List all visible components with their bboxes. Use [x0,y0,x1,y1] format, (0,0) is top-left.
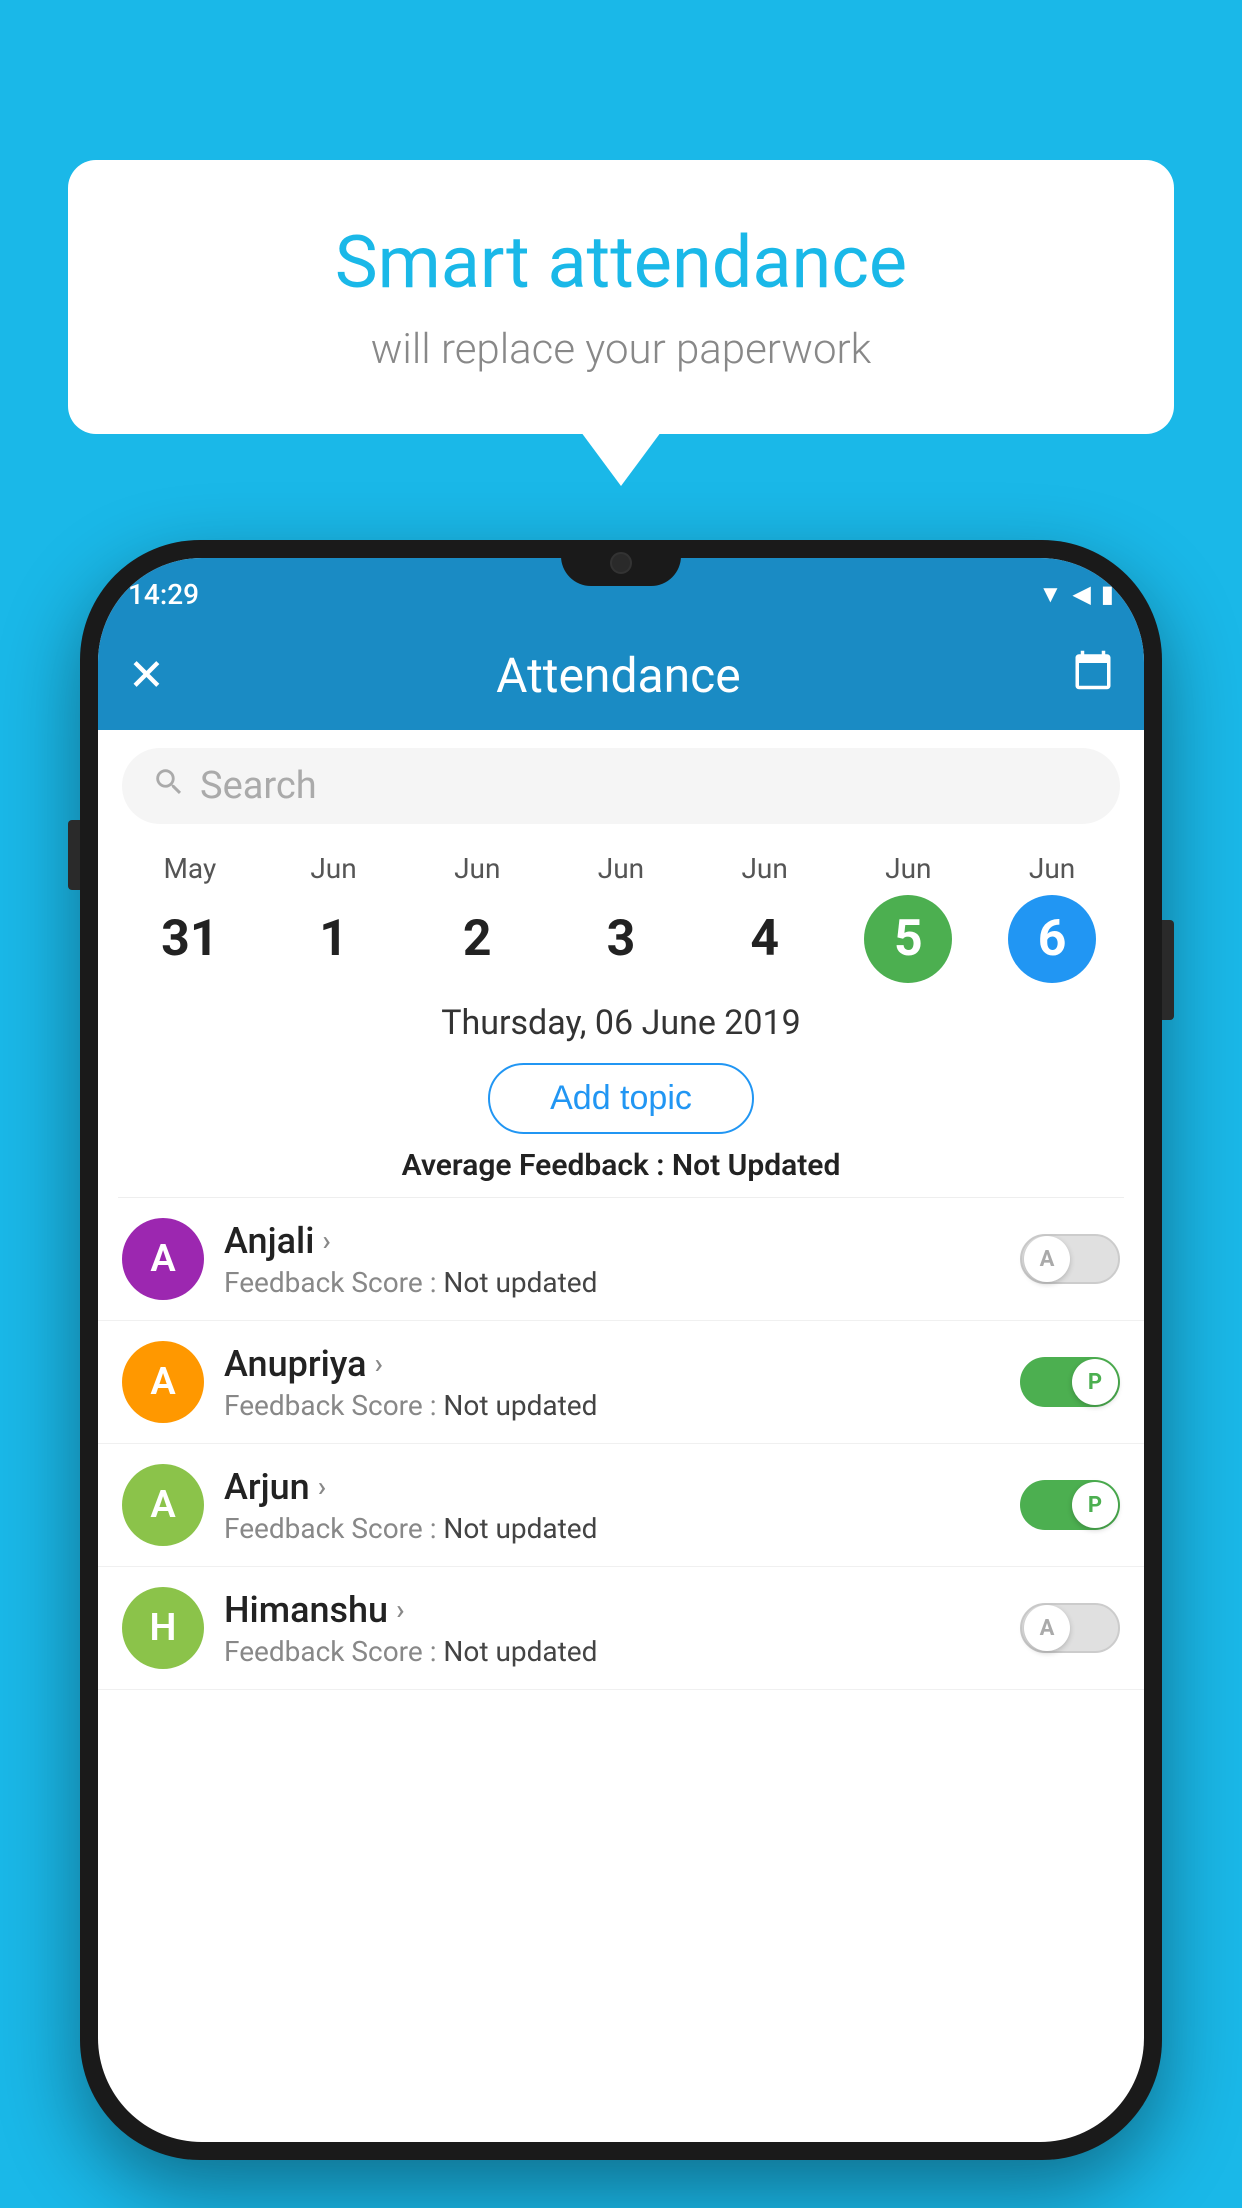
student-name: Arjun› [224,1466,1000,1508]
calendar-strip: May 31 Jun 1 Jun 2 Jun 3 Jun 4 Jun 5 Jun 6 [98,842,1144,989]
close-button[interactable]: ✕ [128,649,165,701]
app-bar: ✕ Attendance [98,620,1144,730]
calendar-day-5[interactable]: Jun 5 [853,852,963,983]
calendar-day-6[interactable]: Jun 6 [997,852,1107,983]
chevron-right-icon: › [375,1347,383,1380]
feedback-score: Feedback Score : Not updated [224,1635,1000,1668]
avatar: H [122,1587,204,1669]
avg-feedback: Average Feedback : Not Updated [98,1148,1144,1197]
cal-month-label: Jun [1029,852,1075,885]
speech-bubble: Smart attendance will replace your paper… [68,160,1174,434]
cal-date-number: 2 [433,895,521,983]
cal-date-number: 6 [1008,895,1096,983]
search-placeholder: Search [200,764,317,808]
student-info: Arjun› Feedback Score : Not updated [224,1466,1000,1545]
speech-bubble-title: Smart attendance [148,220,1094,305]
speech-bubble-container: Smart attendance will replace your paper… [68,160,1174,434]
phone-screen: 14:29 ▼ ◀ ▮ ✕ Attendance S [98,558,1144,2142]
cal-month-label: Jun [598,852,644,885]
avg-feedback-label: Average Feedback : [402,1148,665,1183]
toggle-knob: P [1072,1359,1118,1405]
chevron-right-icon: › [396,1593,404,1626]
toggle-container[interactable]: A [1020,1603,1120,1653]
phone: 14:29 ▼ ◀ ▮ ✕ Attendance S [80,540,1162,2160]
student-name: Anjali› [224,1220,1000,1262]
feedback-score: Feedback Score : Not updated [224,1512,1000,1545]
avatar: A [122,1218,204,1300]
toggle-container[interactable]: P [1020,1357,1120,1407]
add-topic-button[interactable]: Add topic [488,1063,754,1134]
student-info: Anupriya› Feedback Score : Not updated [224,1343,1000,1422]
cal-date-number: 3 [577,895,665,983]
status-time: 14:29 [128,578,199,611]
avg-feedback-value: Not Updated [672,1148,840,1183]
cal-month-label: May [163,852,216,885]
cal-month-label: Jun [885,852,931,885]
cal-date-number: 31 [146,895,234,983]
calendar-day-0[interactable]: May 31 [135,852,245,983]
toggle-knob: A [1024,1605,1070,1651]
calendar-day-4[interactable]: Jun 4 [710,852,820,983]
chevron-right-icon: › [318,1470,326,1503]
attendance-toggle[interactable]: P [1020,1480,1120,1530]
student-name: Himanshu› [224,1589,1000,1631]
cal-date-number: 4 [721,895,809,983]
cal-month-label: Jun [454,852,500,885]
app-bar-title: Attendance [496,647,741,704]
student-item-0[interactable]: A Anjali› Feedback Score : Not updated A [98,1198,1144,1321]
status-icons: ▼ ◀ ▮ [1039,580,1114,609]
cal-date-number: 1 [290,895,378,983]
attendance-toggle[interactable]: P [1020,1357,1120,1407]
cal-date-number: 5 [864,895,952,983]
phone-outer: 14:29 ▼ ◀ ▮ ✕ Attendance S [80,540,1162,2160]
student-item-2[interactable]: A Arjun› Feedback Score : Not updated P [98,1444,1144,1567]
calendar-day-1[interactable]: Jun 1 [279,852,389,983]
signal-icon: ◀ [1072,580,1090,608]
toggle-knob: A [1024,1236,1070,1282]
student-name: Anupriya› [224,1343,1000,1385]
search-icon [152,765,186,808]
feedback-score: Feedback Score : Not updated [224,1389,1000,1422]
front-camera [610,552,632,574]
calendar-day-3[interactable]: Jun 3 [566,852,676,983]
search-bar[interactable]: Search [122,748,1120,824]
toggle-knob: P [1072,1482,1118,1528]
speech-bubble-subtitle: will replace your paperwork [148,325,1094,374]
toggle-container[interactable]: P [1020,1480,1120,1530]
chevron-right-icon: › [322,1224,330,1257]
attendance-toggle[interactable]: A [1020,1234,1120,1284]
student-item-3[interactable]: H Himanshu› Feedback Score : Not updated A [98,1567,1144,1690]
avatar: A [122,1341,204,1423]
selected-date-label: Thursday, 06 June 2019 [98,989,1144,1053]
student-info: Himanshu› Feedback Score : Not updated [224,1589,1000,1668]
cal-month-label: Jun [741,852,787,885]
avatar: A [122,1464,204,1546]
phone-notch [561,540,681,586]
calendar-day-2[interactable]: Jun 2 [422,852,532,983]
student-item-1[interactable]: A Anupriya› Feedback Score : Not updated P [98,1321,1144,1444]
calendar-icon[interactable] [1072,649,1114,701]
attendance-toggle[interactable]: A [1020,1603,1120,1653]
wifi-icon: ▼ [1039,580,1063,609]
battery-icon: ▮ [1101,580,1114,608]
feedback-score: Feedback Score : Not updated [224,1266,1000,1299]
volume-button [68,820,80,890]
student-info: Anjali› Feedback Score : Not updated [224,1220,1000,1299]
toggle-container[interactable]: A [1020,1234,1120,1284]
students-list: AAnjali›Feedback Score : Not updatedAAAn… [98,1198,1144,1690]
power-button [1162,920,1174,1020]
cal-month-label: Jun [310,852,356,885]
